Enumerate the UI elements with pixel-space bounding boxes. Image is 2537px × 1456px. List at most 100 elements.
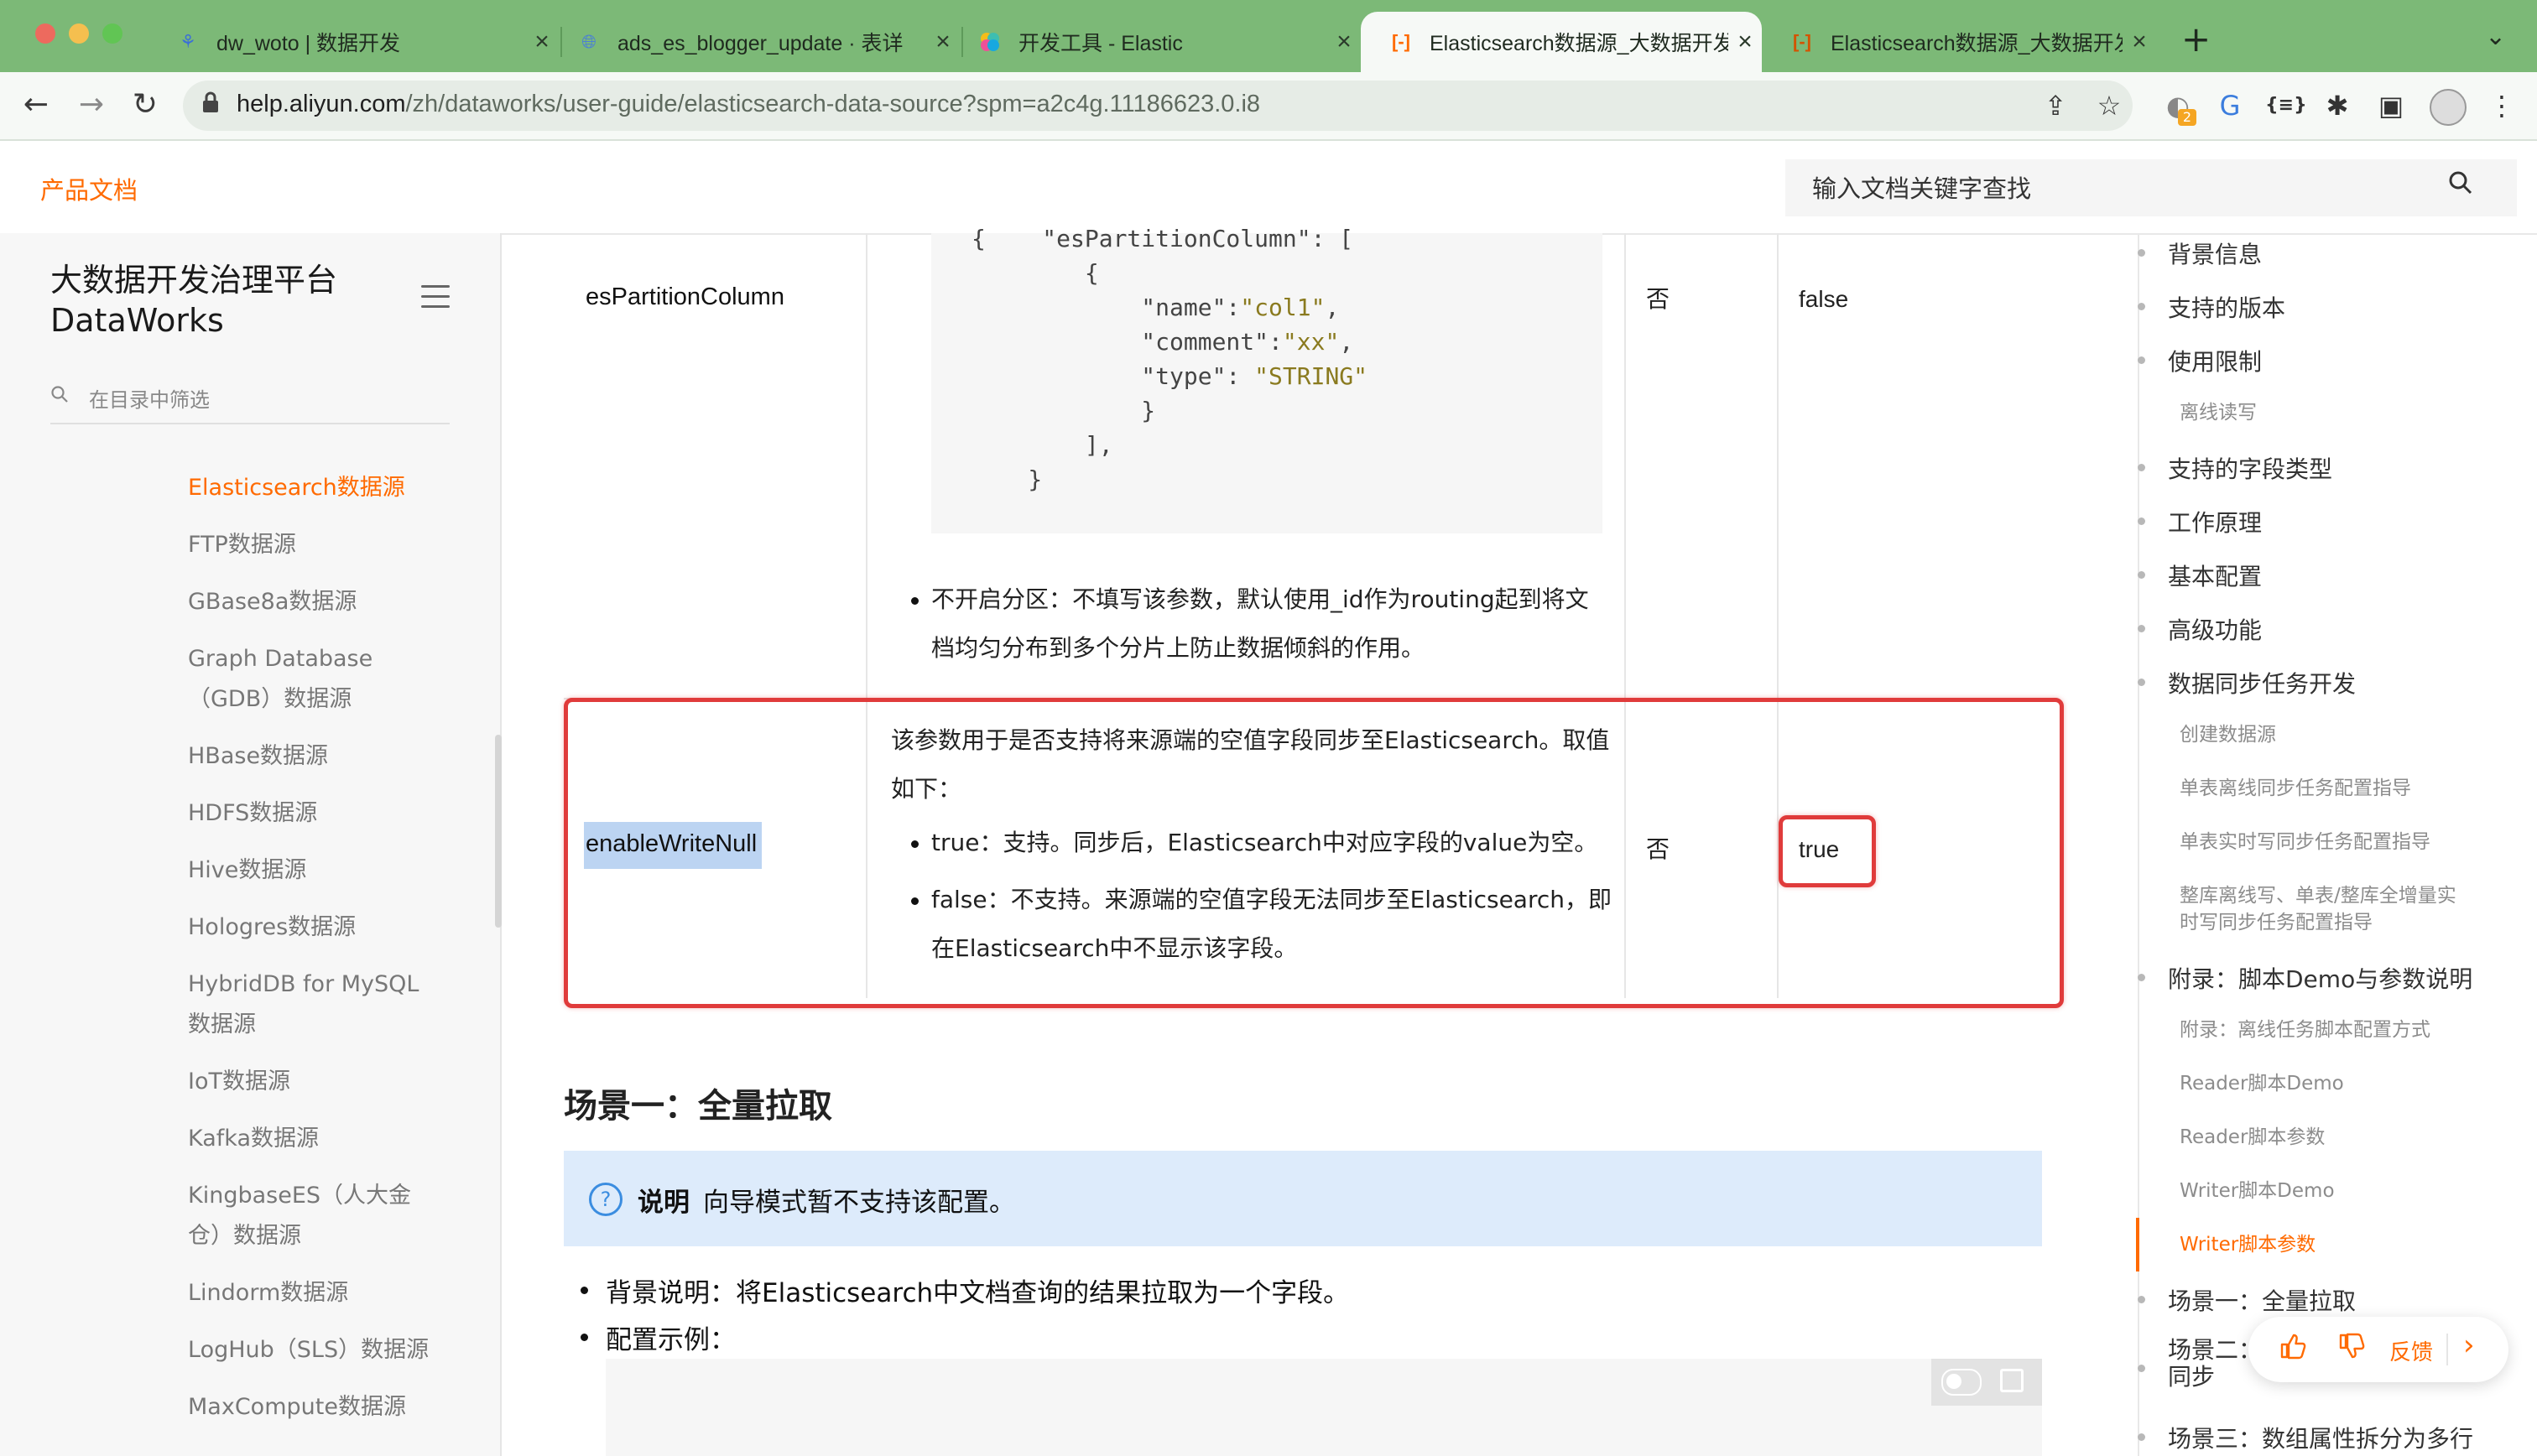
sidebar-item-gbase8a[interactable]: GBase8a数据源	[188, 582, 440, 622]
bookmark-star-icon[interactable]: ☆	[2091, 87, 2128, 124]
menu-icon[interactable]	[421, 285, 450, 310]
search-icon[interactable]	[2448, 169, 2473, 203]
toc-dot	[2138, 571, 2145, 579]
toc-item[interactable]: 背景信息	[2168, 237, 2262, 270]
close-tab-icon[interactable]: ×	[1728, 28, 1762, 56]
feedback-divider	[2446, 1334, 2448, 1365]
param-name-cell: esPartitionColumn	[586, 283, 784, 310]
toc-subitem[interactable]: 单表实时写同步任务配置指导	[2180, 829, 2430, 855]
browser-tab[interactable]: 开发工具 - Elastic ×	[950, 12, 1361, 72]
code-line: }	[972, 465, 1043, 493]
sidebar-item-hive[interactable]: Hive数据源	[188, 850, 440, 891]
feedback-button[interactable]: 反馈	[2389, 1335, 2433, 1366]
share-icon[interactable]: ⇪	[2037, 87, 2074, 124]
sidebar-item-hbase[interactable]: HBase数据源	[188, 736, 440, 777]
toc-subitem[interactable]: Reader脚本Demo	[2180, 1070, 2344, 1097]
sidebar-item-loghub[interactable]: LogHub（SLS）数据源	[188, 1330, 440, 1370]
wrap-toggle-icon[interactable]	[1941, 1369, 1982, 1396]
thumbs-down-icon[interactable]	[2337, 1332, 2366, 1368]
new-tab-button[interactable]: +	[2181, 18, 2211, 60]
sidebar-item-maxcompute[interactable]: MaxCompute数据源	[188, 1387, 440, 1427]
lock-icon[interactable]	[201, 91, 220, 120]
sidebar-item-kingbasees[interactable]: KingbaseES（人大金仓）数据源	[188, 1176, 414, 1256]
sidebar-scrollbar[interactable]	[495, 735, 502, 928]
toc-subitem[interactable]: 附录：离线任务脚本配置方式	[2180, 1017, 2430, 1043]
filter-input[interactable]	[87, 384, 443, 416]
translate-icon[interactable]: G	[2211, 87, 2248, 124]
avatar[interactable]	[2430, 89, 2467, 126]
sidebar-item-iot[interactable]: IoT数据源	[188, 1062, 440, 1102]
code-block	[606, 1359, 2042, 1456]
product-title: 大数据开发治理平台 DataWorks	[50, 262, 338, 339]
toc-dot	[2138, 249, 2145, 257]
code-line: "type": "STRING"	[972, 362, 1368, 390]
toc-item[interactable]: 场景二： 同步	[2168, 1337, 2262, 1391]
close-tab-icon[interactable]: ×	[2123, 28, 2156, 56]
toc-dot	[2138, 1296, 2145, 1303]
toc-rail	[2138, 233, 2139, 1456]
sidebar-item-ftp[interactable]: FTP数据源	[188, 525, 440, 565]
browser-tab-active[interactable]: [-] Elasticsearch数据源_大数据开发 ×	[1361, 12, 1762, 72]
bullet-text: 背景说明：将Elasticsearch中文档查询的结果拉取为一个字段。	[606, 1278, 1350, 1308]
minimize-window-button[interactable]	[69, 23, 89, 44]
toc-dot	[2138, 1365, 2145, 1372]
more-menu-icon[interactable]: ⋮	[2483, 87, 2520, 124]
toc-item[interactable]: 高级功能	[2168, 612, 2262, 646]
toc-item[interactable]: 使用限制	[2168, 344, 2262, 377]
browser-tab[interactable]: ⚘ dw_woto | 数据开发 ×	[148, 12, 559, 72]
puzzle-icon[interactable]: ✱	[2319, 87, 2356, 124]
search-input[interactable]	[1810, 171, 2451, 206]
toc-subitem[interactable]: 离线读写	[2180, 399, 2257, 426]
thumbs-up-icon[interactable]	[2279, 1332, 2307, 1368]
toc-item[interactable]: 数据同步任务开发	[2168, 666, 2356, 699]
sidebar-item-kafka[interactable]: Kafka数据源	[188, 1119, 440, 1159]
toc-item[interactable]: 附录：脚本Demo与参数说明	[2168, 961, 2472, 995]
annotation-box-default	[1779, 815, 1876, 887]
reload-button[interactable]: ↻	[124, 84, 166, 126]
toc-item[interactable]: 基本配置	[2168, 559, 2262, 592]
tab-title: 开发工具 - Elastic	[1018, 32, 1183, 55]
toc-subitem-active[interactable]: Writer脚本参数	[2180, 1231, 2316, 1258]
sidebar-item-hdfs[interactable]: HDFS数据源	[188, 793, 440, 834]
close-window-button[interactable]	[35, 23, 55, 44]
sidebar-item-hybriddb[interactable]: HybridDB for MySQL数据源	[188, 965, 431, 1045]
search-icon	[50, 384, 69, 409]
sidebar-item-hologres[interactable]: Hologres数据源	[188, 907, 440, 948]
toc-dot	[2138, 517, 2145, 525]
product-docs-link[interactable]: 产品文档	[40, 171, 138, 206]
section-heading: 场景一：全量拉取	[564, 1087, 832, 1126]
sidebar-toggle-icon[interactable]: ▣	[2373, 87, 2409, 124]
sidebar-item-lindorm[interactable]: Lindorm数据源	[188, 1273, 440, 1313]
chevron-right-icon[interactable]: ›	[2463, 1329, 2475, 1362]
back-button[interactable]: ←	[15, 84, 57, 126]
json-viewer-icon[interactable]: {≡}	[2265, 87, 2307, 124]
toc-subitem[interactable]: Reader脚本参数	[2180, 1124, 2325, 1151]
toc-subitem[interactable]: 单表离线同步任务配置指导	[2180, 775, 2411, 802]
toc-active-indicator	[2136, 1218, 2139, 1271]
url-text[interactable]: help.aliyun.com/zh/dataworks/user-guide/…	[237, 91, 1260, 118]
browser-tab[interactable]: [-] Elasticsearch数据源_大数据开发 ×	[1762, 12, 2156, 72]
sidebar-item-elasticsearch[interactable]: Elasticsearch数据源	[188, 468, 440, 508]
bullet-text: 配置示例：	[606, 1325, 736, 1355]
tab-title: Elasticsearch数据源_大数据开发	[1430, 32, 1728, 55]
zoom-window-button[interactable]	[102, 23, 122, 44]
browser-tab[interactable]: 🌐︎ ads_es_blogger_update · 表详 ×	[549, 12, 960, 72]
tab-title: Elasticsearch数据源_大数据开发	[1831, 32, 2123, 55]
chevron-down-icon[interactable]: ⌄	[2485, 22, 2506, 51]
toc-subitem[interactable]: Writer脚本Demo	[2180, 1178, 2335, 1204]
aliyun-icon: [-]	[1392, 31, 1410, 52]
toc-item[interactable]: 支持的字段类型	[2168, 451, 2332, 485]
sidebar-item-gdb[interactable]: Graph Database（GDB）数据源	[188, 639, 398, 720]
toc-item[interactable]: 支持的版本	[2168, 290, 2285, 324]
toc-item[interactable]: 场景一：全量拉取	[2168, 1283, 2356, 1317]
toc-item[interactable]: 工作原理	[2168, 505, 2262, 538]
code-line: ],	[972, 431, 1113, 459]
toc-subitem[interactable]: 创建数据源	[2180, 721, 2276, 748]
note-label: 说明	[638, 1188, 690, 1218]
toc-item[interactable]: 场景三：数组属性拆分为多行	[2168, 1421, 2473, 1454]
close-tab-icon[interactable]: ×	[1327, 28, 1361, 56]
toc-subitem[interactable]: 整库离线写、单表/整库全增量实 时写同步任务配置指导	[2180, 882, 2456, 936]
copy-icon[interactable]	[2000, 1369, 2024, 1392]
required-cell: 否	[1646, 285, 1670, 313]
forward-button[interactable]: →	[70, 84, 112, 126]
